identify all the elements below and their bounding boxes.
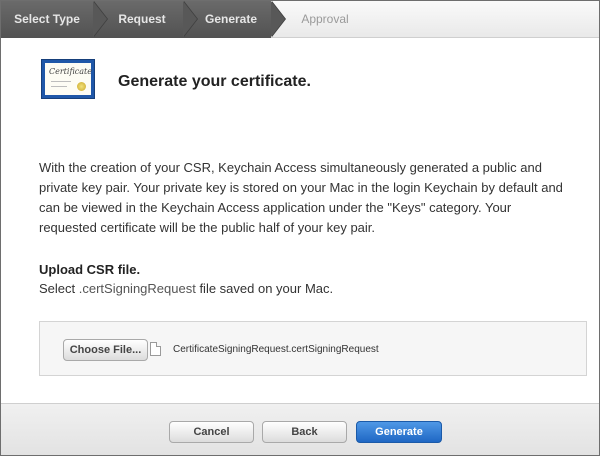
- certificate-assistant: Select Type Request Generate Approval Ce…: [0, 0, 600, 456]
- upload-section-title: Upload CSR file.: [39, 262, 141, 277]
- step-label: Select Type: [14, 12, 80, 26]
- generate-button[interactable]: Generate: [356, 421, 442, 443]
- step-approval: Approval: [271, 1, 371, 38]
- document-icon: [150, 342, 161, 356]
- file-upload-panel: Choose File... CertificateSigningRequest…: [39, 321, 587, 376]
- upload-instructions: Select .certSigningRequest file saved on…: [39, 281, 334, 296]
- description-text: With the creation of your CSR, Keychain …: [39, 160, 563, 235]
- page-title: Generate your certificate.: [118, 73, 311, 90]
- footer-actions: Cancel Back Generate: [1, 403, 599, 455]
- cancel-button[interactable]: Cancel: [169, 421, 254, 443]
- file-extension-text: .certSigningRequest: [78, 281, 196, 296]
- step-progress-bar: Select Type Request Generate Approval: [1, 1, 599, 38]
- choose-file-button[interactable]: Choose File...: [63, 339, 148, 361]
- back-button[interactable]: Back: [262, 421, 347, 443]
- step-label: Approval: [301, 12, 349, 26]
- step-select-type: Select Type: [1, 1, 108, 38]
- step-label: Generate: [204, 12, 258, 26]
- step-label: Request: [118, 12, 166, 26]
- certificate-icon: Certificate: [41, 59, 95, 99]
- selected-file-name: CertificateSigningRequest.certSigningReq…: [173, 344, 379, 355]
